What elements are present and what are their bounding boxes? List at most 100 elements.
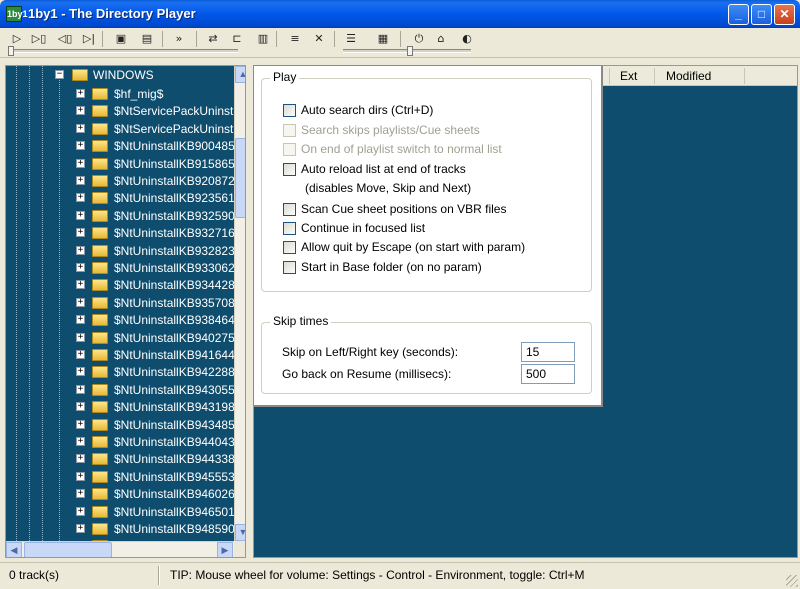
expand-icon[interactable]: + xyxy=(76,141,85,151)
position-slider-thumb[interactable] xyxy=(8,46,14,56)
tree-item[interactable]: + $hf_mig$ xyxy=(6,85,234,104)
tree-item[interactable]: + $NtUninstallKB923561 xyxy=(6,189,235,208)
play-next-icon[interactable]: ▷▯ xyxy=(30,31,48,47)
expand-icon[interactable]: + xyxy=(76,210,85,220)
expand-icon[interactable]: + xyxy=(76,419,85,429)
document-icon[interactable]: ▦ xyxy=(374,31,392,47)
column-header-modified[interactable]: Modified xyxy=(666,69,711,83)
collapse-icon[interactable]: − xyxy=(55,70,64,79)
tree-item[interactable]: + $NtServicePackUninst xyxy=(6,102,234,121)
home-icon[interactable]: ⌂ xyxy=(432,31,450,47)
tree-item[interactable]: + $NtUninstallKB942288 xyxy=(6,363,235,382)
skip-back-icon[interactable]: ◁▯ xyxy=(56,31,74,47)
position-slider[interactable] xyxy=(8,49,238,53)
expand-icon[interactable]: + xyxy=(76,106,85,116)
expand-icon[interactable]: + xyxy=(76,332,85,342)
expand-icon[interactable]: + xyxy=(76,506,85,516)
expand-icon[interactable]: + xyxy=(76,228,85,238)
close-button[interactable]: ✕ xyxy=(774,4,795,25)
option-label[interactable]: Allow quit by Escape (on start with para… xyxy=(301,240,525,254)
move-file-icon[interactable]: ▤ xyxy=(138,31,156,47)
clipboard-icon[interactable]: ▥ xyxy=(254,31,272,47)
tree-item[interactable]: + $NtUninstallKB932716 xyxy=(6,224,235,243)
expand-icon[interactable]: + xyxy=(76,193,85,203)
scroll-down-arrow-icon[interactable]: ▼ xyxy=(235,524,245,541)
scroll-up-arrow-icon[interactable]: ▲ xyxy=(235,66,245,83)
list-icon[interactable]: ☰ xyxy=(342,31,360,47)
expand-icon[interactable]: + xyxy=(76,158,85,168)
tree-item[interactable]: + $NtUninstallKB938464 xyxy=(6,311,235,330)
tree-item[interactable]: + $NtUninstallKB935708 xyxy=(6,294,235,313)
expand-icon[interactable]: + xyxy=(76,123,85,133)
tree-item[interactable]: + $NtUninstallKB940275 xyxy=(6,329,235,348)
tree-vertical-scrollbar[interactable]: ▲ ▼ xyxy=(234,66,245,541)
option-checkbox[interactable] xyxy=(283,203,296,216)
expand-icon[interactable]: + xyxy=(76,245,85,255)
tree-item[interactable]: + $NtUninstallKB900485 xyxy=(6,137,235,156)
tree-item[interactable]: + $NtUninstallKB920872 xyxy=(6,172,235,191)
tree-item[interactable]: + $NtUninstallKB948590 xyxy=(6,520,235,539)
option-label[interactable]: Scan Cue sheet positions on VBR files xyxy=(301,202,506,216)
option-checkbox[interactable] xyxy=(283,163,296,176)
expand-icon[interactable]: + xyxy=(76,176,85,185)
option-checkbox[interactable] xyxy=(283,261,296,274)
resize-grip-icon[interactable] xyxy=(786,575,798,587)
expand-icon[interactable]: + xyxy=(76,489,85,499)
shuffle-icon[interactable]: ✕ xyxy=(310,31,328,47)
maximize-button[interactable]: □ xyxy=(751,4,772,25)
folder-tree[interactable]: − WINDOWS + $hf_mig$ + $NtServicePackUninst… xyxy=(5,65,246,558)
tag-icon[interactable]: ◐ xyxy=(458,31,476,47)
tree-horizontal-scrollbar[interactable]: ◀ ▶ xyxy=(6,541,234,557)
option-checkbox[interactable] xyxy=(283,241,296,254)
play-icon[interactable]: ▷ xyxy=(8,31,26,47)
minimize-button[interactable]: _ xyxy=(728,4,749,25)
option-label[interactable]: Continue in focused list xyxy=(301,221,425,235)
column-header-ext[interactable]: Ext xyxy=(620,69,637,83)
tree-item[interactable]: + $NtUninstallKB946026 xyxy=(6,485,235,504)
tree-item[interactable]: + $NtServicePackUninst xyxy=(6,120,234,139)
options-icon[interactable]: ⇄ xyxy=(204,31,222,47)
tree-item[interactable]: + $NtUninstallKB933062 xyxy=(6,259,235,278)
resume-millisecs-input[interactable] xyxy=(521,364,575,384)
tree-horizontal-scroll-thumb[interactable] xyxy=(24,542,112,557)
expand-icon[interactable]: + xyxy=(76,280,85,290)
column-separator[interactable] xyxy=(654,68,655,84)
tree-item[interactable]: + $NtUninstallKB934428 xyxy=(6,276,235,295)
window-icon[interactable]: ⊏ xyxy=(228,31,246,47)
expand-icon[interactable]: + xyxy=(76,263,85,272)
tree-vertical-scroll-thumb[interactable] xyxy=(235,138,245,218)
expand-icon[interactable]: + xyxy=(76,367,85,377)
column-separator[interactable] xyxy=(609,68,610,84)
expand-icon[interactable]: + xyxy=(76,384,85,394)
repeat-icon[interactable]: ≡ xyxy=(286,31,304,47)
tree-item[interactable]: + $NtUninstallKB944338 xyxy=(6,450,235,469)
column-separator[interactable] xyxy=(744,68,745,84)
tree-item[interactable]: + $NtUninstallKB941644 xyxy=(6,346,235,365)
tree-item[interactable]: + $NtUninstallKB915865 xyxy=(6,155,235,174)
tree-item[interactable]: + $NtUninstallKB932823 xyxy=(6,242,235,261)
tree-item[interactable]: + $NtUninstallKB943055 xyxy=(6,381,235,400)
expand-icon[interactable]: + xyxy=(76,350,85,359)
tree-item[interactable]: + $NtUninstallKB946501 xyxy=(6,503,235,522)
tree-root-windows[interactable]: − WINDOWS xyxy=(6,66,234,85)
fast-forward-icon[interactable]: » xyxy=(170,31,188,47)
expand-icon[interactable]: + xyxy=(76,297,85,307)
expand-icon[interactable]: + xyxy=(76,89,85,98)
volume-slider-thumb[interactable] xyxy=(407,46,413,56)
title-bar[interactable]: 1by1 1by1 - The Directory Player _ □ ✕ xyxy=(0,0,800,28)
tree-item[interactable]: + $NtUninstallKB932590 xyxy=(6,207,235,226)
tree-item[interactable]: + $NtUninstallKB944043 xyxy=(6,433,235,452)
timer-icon[interactable]: ⏻ xyxy=(410,31,428,47)
move-folder-icon[interactable]: ▣ xyxy=(112,31,130,47)
expand-icon[interactable]: + xyxy=(76,471,85,481)
next-track-icon[interactable]: ▷| xyxy=(80,31,98,47)
skip-seconds-input[interactable] xyxy=(521,342,575,362)
option-label[interactable]: Start in Base folder (on no param) xyxy=(301,260,482,274)
tree-item[interactable]: + $NtUninstallKB943485 xyxy=(6,416,235,435)
expand-icon[interactable]: + xyxy=(76,402,85,412)
option-label[interactable]: Auto reload list at end of tracks xyxy=(301,162,466,176)
expand-icon[interactable]: + xyxy=(76,437,85,446)
option-checkbox[interactable] xyxy=(283,104,296,117)
option-checkbox[interactable] xyxy=(283,222,296,235)
expand-icon[interactable]: + xyxy=(76,315,85,325)
